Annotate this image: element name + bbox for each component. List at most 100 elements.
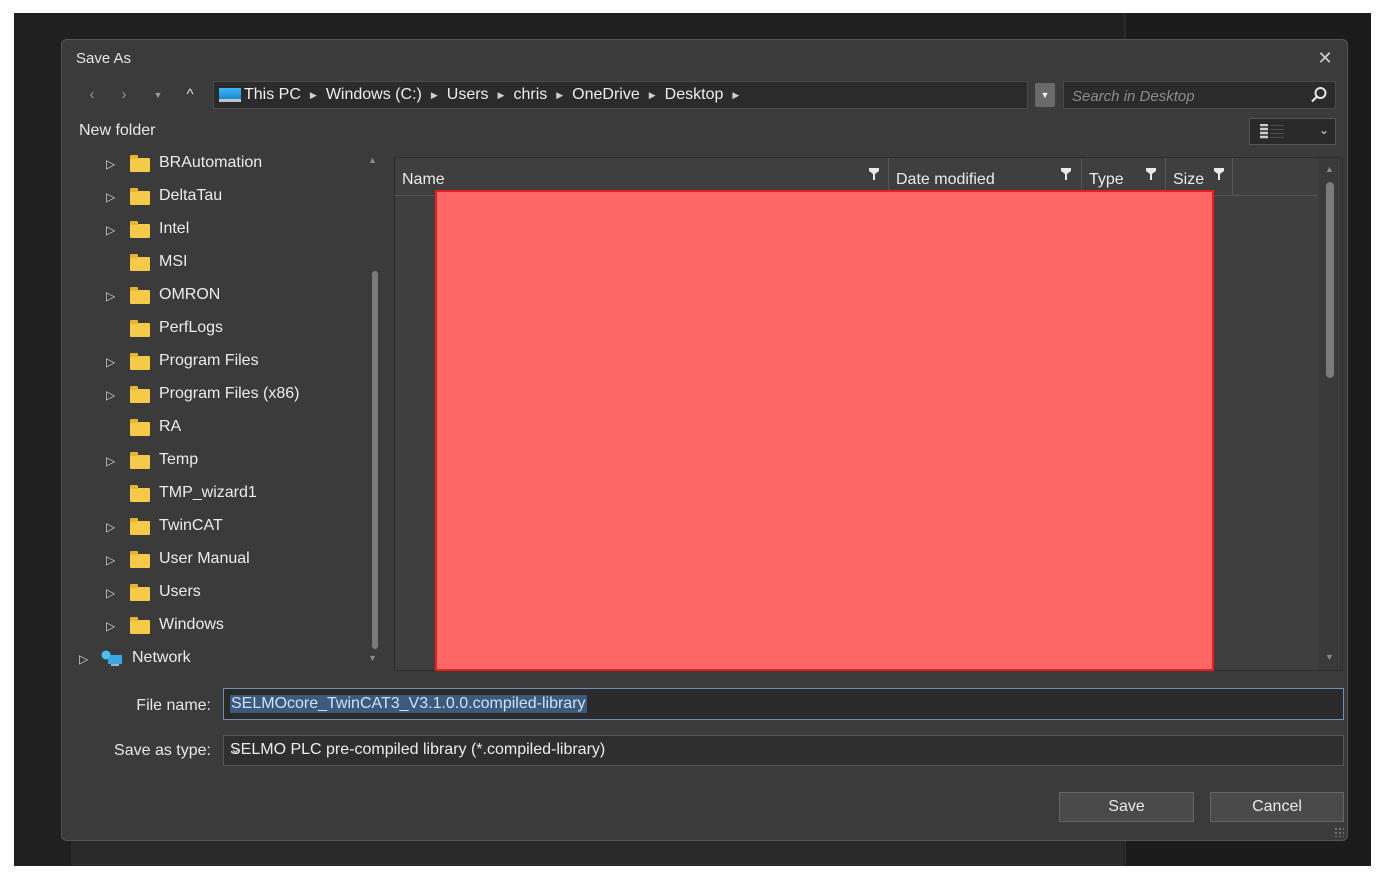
command-bar: New folder ⌄ — [62, 116, 1347, 146]
up-button[interactable]: ^ — [176, 82, 204, 108]
tree-item-temp[interactable]: ▷ Temp — [62, 447, 382, 475]
recent-locations-button[interactable]: ▼ — [144, 82, 172, 108]
scroll-up-icon[interactable]: ▲ — [368, 155, 377, 165]
column-type-label: Type — [1089, 171, 1124, 188]
folder-icon — [130, 254, 150, 271]
view-options-button[interactable]: ⌄ — [1249, 118, 1336, 145]
close-button[interactable]: ✕ — [1313, 46, 1337, 70]
breadcrumb-separator-icon[interactable]: ▶ — [556, 90, 563, 101]
address-history-dropdown[interactable]: ▼ — [1035, 83, 1055, 107]
save-button[interactable]: Save — [1059, 792, 1194, 822]
tree-item-tmp-wizard1[interactable]: TMP_wizard1 — [62, 480, 382, 508]
scroll-down-icon[interactable]: ▼ — [1325, 652, 1334, 662]
tree-item-windows[interactable]: ▷ Windows — [62, 612, 382, 640]
resize-grip-icon[interactable] — [1334, 827, 1344, 837]
chevron-down-icon: ⌄ — [1318, 123, 1329, 137]
expand-arrow-icon[interactable]: ▷ — [106, 289, 118, 303]
file-name-input[interactable]: SELMOcore_TwinCAT3_V3.1.0.0.compiled-lib… — [223, 688, 1344, 720]
expand-arrow-icon[interactable]: ▷ — [106, 586, 118, 600]
tree-item-brautomation[interactable]: ▷ BRAutomation — [62, 150, 382, 178]
tree-scrollbar[interactable]: ▲ ▼ — [367, 155, 381, 669]
tree-item-label: OMRON — [159, 286, 221, 303]
breadcrumb-separator-icon[interactable]: ▶ — [431, 90, 438, 101]
breadcrumb-desktop[interactable]: Desktop — [665, 86, 724, 104]
filter-icon[interactable] — [1214, 168, 1224, 180]
expand-arrow-icon[interactable]: ▷ — [106, 454, 118, 468]
tree-item-deltatau[interactable]: ▷ DeltaTau — [62, 183, 382, 211]
expand-arrow-icon[interactable]: ▷ — [106, 190, 118, 204]
address-bar[interactable]: This PC ▶ Windows (C:) ▶ Users ▶ chris ▶… — [213, 81, 1028, 109]
tree-item-program-files[interactable]: ▷ Program Files — [62, 348, 382, 376]
expand-arrow-icon[interactable]: ▷ — [106, 520, 118, 534]
breadcrumb-separator-icon[interactable]: ▶ — [310, 90, 317, 101]
tree-item-twincat[interactable]: ▷ TwinCAT — [62, 513, 382, 541]
expand-arrow-icon[interactable]: ▷ — [79, 652, 91, 666]
folder-icon — [130, 518, 150, 535]
folder-icon — [130, 353, 150, 370]
back-button[interactable]: ‹ — [78, 82, 106, 108]
tree-item-label: BRAutomation — [159, 154, 263, 171]
tree-item-label: User Manual — [159, 550, 250, 567]
folder-icon — [130, 617, 150, 634]
tree-item-label: Program Files — [159, 352, 259, 369]
expand-arrow-icon[interactable]: ▷ — [106, 355, 118, 369]
chevron-right-icon: › — [121, 86, 127, 103]
search-input[interactable] — [1070, 85, 1304, 107]
tree-item-intel[interactable]: ▷ Intel — [62, 216, 382, 244]
cancel-button[interactable]: Cancel — [1210, 792, 1344, 822]
tree-item-msi[interactable]: MSI — [62, 249, 382, 277]
tree-item-omron[interactable]: ▷ OMRON — [62, 282, 382, 310]
folder-icon — [130, 419, 150, 436]
tree-item-ra[interactable]: RA — [62, 414, 382, 442]
tree-item-label: DeltaTau — [159, 187, 223, 204]
breadcrumb-chris[interactable]: chris — [513, 86, 547, 104]
tree-item-network[interactable]: ▷ Network — [62, 645, 382, 672]
new-folder-button[interactable]: New folder — [79, 122, 155, 140]
filter-icon[interactable] — [1061, 168, 1071, 180]
folder-icon — [130, 221, 150, 238]
scroll-up-icon[interactable]: ▲ — [1325, 164, 1334, 174]
scroll-down-icon[interactable]: ▼ — [368, 653, 377, 663]
column-size-label: Size — [1173, 171, 1205, 188]
tree-item-program-files-x86[interactable]: ▷ Program Files (x86) — [62, 381, 382, 409]
tree-item-label: Network — [132, 649, 191, 666]
expand-arrow-icon[interactable]: ▷ — [106, 223, 118, 237]
file-list-pane: Name Date modified Type Size ▲ ▼ — [394, 157, 1343, 671]
save-as-type-select[interactable]: SELMO PLC pre-compiled library (*.compil… — [223, 735, 1344, 766]
folder-icon — [130, 155, 150, 172]
caret-down-icon: ▼ — [153, 90, 163, 100]
chevron-left-icon: ‹ — [89, 86, 95, 103]
tree-item-user-manual[interactable]: ▷ User Manual — [62, 546, 382, 574]
chevron-down-icon: ⌄ — [230, 741, 241, 756]
navigation-tree: ▷ BRAutomation ▷ DeltaTau ▷ Intel MSI ▷ … — [62, 150, 385, 672]
search-icon[interactable] — [1309, 85, 1329, 105]
breadcrumb-separator-icon[interactable]: ▶ — [732, 90, 739, 101]
filter-icon[interactable] — [869, 168, 879, 180]
tree-item-users[interactable]: ▷ Users — [62, 579, 382, 607]
network-icon — [101, 650, 122, 666]
file-name-selected-text: SELMOcore_TwinCAT3_V3.1.0.0.compiled-lib… — [230, 695, 587, 713]
expand-arrow-icon[interactable]: ▷ — [106, 619, 118, 633]
redacted-region — [435, 190, 1214, 671]
file-list-scroll-thumb[interactable] — [1326, 182, 1334, 378]
breadcrumb-this-pc[interactable]: This PC — [244, 86, 301, 104]
title-bar[interactable]: Save As ✕ — [62, 40, 1347, 78]
folder-icon — [130, 551, 150, 568]
tree-scroll-thumb[interactable] — [372, 271, 378, 649]
file-list — [395, 190, 1318, 671]
search-box — [1063, 81, 1336, 109]
file-list-scrollbar[interactable]: ▲ ▼ — [1318, 158, 1342, 670]
expand-arrow-icon[interactable]: ▷ — [106, 157, 118, 171]
breadcrumb-separator-icon[interactable]: ▶ — [498, 90, 505, 101]
breadcrumb-windows-c[interactable]: Windows (C:) — [326, 86, 422, 104]
filter-icon[interactable] — [1146, 168, 1156, 180]
forward-button[interactable]: › — [110, 82, 138, 108]
expand-arrow-icon[interactable]: ▷ — [106, 553, 118, 567]
breadcrumb-separator-icon[interactable]: ▶ — [649, 90, 656, 101]
breadcrumb-users[interactable]: Users — [447, 86, 489, 104]
tree-item-label: MSI — [159, 253, 188, 270]
breadcrumb-onedrive[interactable]: OneDrive — [572, 86, 640, 104]
folder-icon — [130, 452, 150, 469]
expand-arrow-icon[interactable]: ▷ — [106, 388, 118, 402]
tree-item-perflogs[interactable]: PerfLogs — [62, 315, 382, 343]
